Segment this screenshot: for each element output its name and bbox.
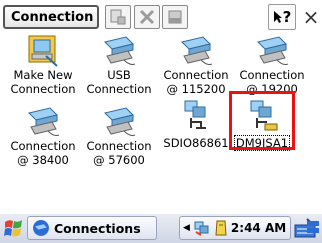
- selection-highlight: [229, 91, 295, 150]
- toolbar: Connection ? ×: [0, 0, 322, 34]
- window-title-button[interactable]: Connection: [3, 5, 99, 29]
- connection-57600-item[interactable]: Connection @ 57600: [80, 105, 158, 171]
- delete-icon: [139, 9, 155, 25]
- start-icon[interactable]: [3, 216, 25, 240]
- properties-button[interactable]: [105, 5, 131, 29]
- network-computer-icon: [257, 36, 289, 65]
- system-tray: ◀ 2:44 AM: [179, 216, 291, 240]
- desktop-icon[interactable]: [305, 217, 321, 239]
- properties-icon: [110, 9, 126, 25]
- item-label: Make New Connection: [10, 68, 76, 96]
- network-computer-icon: [181, 36, 213, 65]
- network-computer-icon: [33, 220, 49, 236]
- close-icon: ×: [302, 5, 320, 29]
- connections-task-button[interactable]: Connections: [27, 216, 157, 240]
- make-new-connection-icon: [28, 35, 58, 67]
- connection-38400-item[interactable]: Connection @ 38400: [4, 105, 82, 171]
- close-button[interactable]: ×: [300, 4, 322, 30]
- battery-icon[interactable]: [214, 219, 228, 237]
- help-button[interactable]: ?: [268, 4, 296, 30]
- minimize-button[interactable]: [162, 5, 188, 29]
- item-label: Connection @ 57600: [86, 139, 152, 167]
- tray-arrow-icon[interactable]: ◀: [183, 223, 190, 233]
- task-label: Connections: [54, 220, 141, 236]
- make-new-connection-item[interactable]: Make New Connection: [4, 34, 82, 100]
- item-label: Connection @ 38400: [10, 139, 76, 167]
- network-adapter-icon: [184, 100, 206, 129]
- network-computer-icon: [28, 107, 60, 136]
- item-label: USB Connection: [86, 68, 152, 96]
- network-computer-icon: [104, 36, 136, 65]
- arrow-cursor-icon: [273, 11, 282, 23]
- usb-connection-item[interactable]: USB Connection: [80, 34, 158, 100]
- item-label: Connection @ 115200: [163, 68, 229, 96]
- clock[interactable]: 2:44 AM: [231, 221, 286, 235]
- taskbar: Connections ◀ 2:44 AM: [0, 213, 322, 243]
- minimize-icon: [168, 10, 182, 24]
- network-computer-icon: [104, 107, 136, 136]
- connection-115200-item[interactable]: Connection @ 115200: [157, 34, 235, 100]
- window-title: Connection: [11, 9, 94, 25]
- delete-button[interactable]: [134, 5, 160, 29]
- network-status-icon[interactable]: [193, 220, 211, 236]
- help-label: ?: [282, 8, 292, 26]
